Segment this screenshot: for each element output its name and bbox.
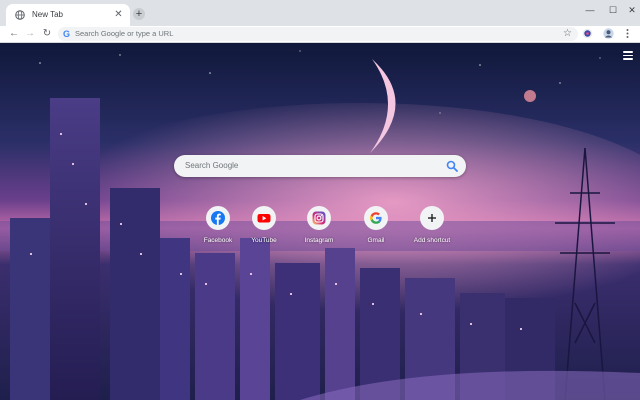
add-shortcut-button[interactable]: Add shortcut <box>404 206 460 256</box>
facebook-icon <box>211 211 225 225</box>
tab-title: New Tab <box>32 10 63 19</box>
forward-button[interactable]: → <box>23 27 37 41</box>
google-icon <box>370 212 382 224</box>
shortcut-tile <box>206 206 230 230</box>
profile-avatar[interactable] <box>603 28 614 39</box>
plus-icon <box>428 214 436 222</box>
shortcut-tile <box>307 206 331 230</box>
shortcut-instagram[interactable]: Instagram <box>291 206 347 256</box>
close-window-button[interactable]: ✕ <box>622 3 640 17</box>
google-icon: G <box>63 29 71 39</box>
shortcuts-grid: Facebook YouTube Instagram Gmail Add sho… <box>190 206 450 256</box>
tab-strip: New Tab ✕ + — ☐ ✕ <box>0 0 640 26</box>
bookmark-star-icon[interactable]: ☆ <box>563 28 572 40</box>
shortcut-label: Instagram <box>304 237 334 244</box>
new-tab-button[interactable]: + <box>133 8 145 20</box>
back-button[interactable]: ← <box>7 27 21 41</box>
address-bar-placeholder: Search Google or type a URL <box>75 29 174 38</box>
shortcut-tile <box>420 206 444 230</box>
shortcut-label: YouTube <box>251 237 277 244</box>
shortcut-label: Gmail <box>367 237 385 244</box>
youtube-icon <box>257 214 271 223</box>
customize-menu-icon[interactable] <box>623 51 633 60</box>
shortcut-tile <box>364 206 388 230</box>
shortcut-youtube[interactable]: YouTube <box>236 206 292 256</box>
shortcut-gmail[interactable]: Gmail <box>348 206 404 256</box>
maximize-button[interactable]: ☐ <box>603 3 623 17</box>
search-icon[interactable] <box>446 160 458 172</box>
minimize-button[interactable]: — <box>580 3 600 17</box>
google-search-box[interactable]: Search Google <box>174 155 466 177</box>
globe-icon <box>15 10 25 20</box>
new-tab-page: Search Google Facebook YouTube Instagram… <box>0 43 640 400</box>
shortcut-label: Add shortcut <box>413 237 451 244</box>
shortcut-tile <box>252 206 276 230</box>
toolbar: ← → ↻ G Search Google or type a URL ☆ <box>0 26 640 43</box>
extension-icon[interactable] <box>582 28 593 39</box>
address-bar[interactable]: G Search Google or type a URL ☆ <box>58 27 578 41</box>
close-tab-icon[interactable]: ✕ <box>113 9 124 20</box>
search-placeholder: Search Google <box>185 161 239 170</box>
reload-button[interactable]: ↻ <box>40 27 54 41</box>
chrome-menu-icon[interactable] <box>622 28 633 39</box>
tab-new-tab[interactable]: New Tab ✕ <box>6 4 130 26</box>
instagram-icon <box>312 211 326 225</box>
